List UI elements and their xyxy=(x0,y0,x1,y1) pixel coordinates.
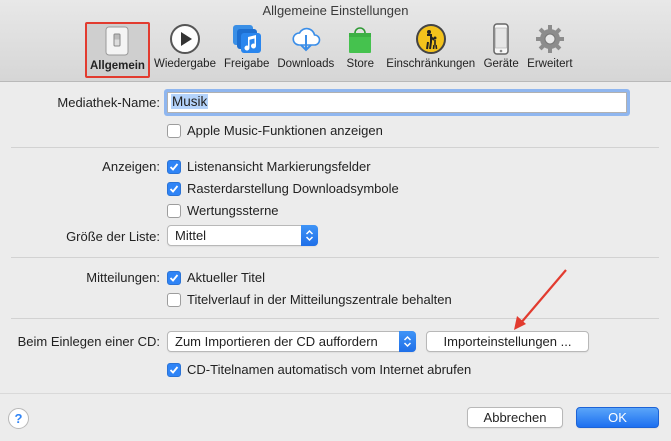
gear-icon xyxy=(532,22,568,56)
cd-insert-label: Beim Einlegen einer CD: xyxy=(17,334,160,349)
tab-label: Store xyxy=(346,58,375,70)
preferences-tabs: Allgemein Wiedergabe Freigabe Downloads xyxy=(85,22,577,78)
apple-music-checkbox-row[interactable]: Apple Music-Funktionen anzeigen xyxy=(167,123,383,138)
annotation-arrow-icon xyxy=(514,269,567,330)
library-name-input[interactable]: Musik xyxy=(167,92,627,113)
list-size-label: Größe der Liste: xyxy=(66,229,160,244)
cancel-button[interactable]: Abbrechen xyxy=(467,407,563,428)
tab-einschraenkungen[interactable]: Einschränkungen xyxy=(382,22,479,78)
cd-names-checkbox-row[interactable]: CD-Titelnamen automatisch vom Internet a… xyxy=(167,362,471,377)
divider xyxy=(11,147,659,148)
tab-store[interactable]: Store xyxy=(338,22,382,78)
star-ratings-label: Wertungssterne xyxy=(187,203,279,218)
switch-icon xyxy=(99,24,135,58)
list-checkboxes-label: Listenansicht Markierungsfelder xyxy=(187,159,371,174)
list-size-value: Mittel xyxy=(175,228,207,243)
play-icon xyxy=(167,22,203,56)
ok-button[interactable]: OK xyxy=(576,407,659,428)
tab-erweitert[interactable]: Erweitert xyxy=(523,22,576,78)
import-settings-button[interactable]: Importeinstellungen ... xyxy=(426,331,589,352)
preferences-window: Allgemeine Einstellungen Allgemein Wiede… xyxy=(0,0,671,441)
tab-label: Freigabe xyxy=(223,58,270,70)
divider xyxy=(11,318,659,319)
library-name-value: Musik xyxy=(171,94,209,109)
tab-allgemein[interactable]: Allgemein xyxy=(85,22,150,78)
divider xyxy=(11,257,659,258)
show-label: Anzeigen: xyxy=(102,159,160,174)
phone-icon xyxy=(483,22,519,56)
tab-geraete[interactable]: Geräte xyxy=(479,22,523,78)
notifications-label: Mitteilungen: xyxy=(86,270,160,285)
parental-icon xyxy=(413,22,449,56)
chevron-updown-icon xyxy=(399,331,416,352)
tab-label: Downloads xyxy=(277,58,335,70)
notification-option-row[interactable]: Aktueller Titel xyxy=(167,270,265,285)
show-option-row[interactable]: Wertungssterne xyxy=(167,203,279,218)
tab-downloads[interactable]: Downloads xyxy=(273,22,338,78)
current-title-checkbox[interactable] xyxy=(167,270,181,285)
tab-label: Wiedergabe xyxy=(153,58,216,70)
title-history-label: Titelverlauf in der Mitteilungszentrale … xyxy=(187,292,452,307)
show-option-row[interactable]: Listenansicht Markierungsfelder xyxy=(167,159,371,174)
cd-action-value: Zum Importieren der CD auffordern xyxy=(175,334,378,349)
cloud-download-icon xyxy=(288,22,324,56)
tab-label: Allgemein xyxy=(90,60,145,72)
tab-freigabe[interactable]: Freigabe xyxy=(220,22,273,78)
apple-music-label: Apple Music-Funktionen anzeigen xyxy=(187,123,383,138)
tab-label: Geräte xyxy=(483,58,519,70)
apple-music-checkbox[interactable] xyxy=(167,123,181,138)
tab-label: Erweitert xyxy=(527,58,573,70)
tab-label: Einschränkungen xyxy=(386,58,476,70)
notification-option-row[interactable]: Titelverlauf in der Mitteilungszentrale … xyxy=(167,292,452,307)
star-ratings-checkbox[interactable] xyxy=(167,203,181,218)
divider xyxy=(0,393,671,394)
cd-action-select[interactable]: Zum Importieren der CD auffordern xyxy=(167,331,416,352)
title-history-checkbox[interactable] xyxy=(167,292,181,307)
list-size-select[interactable]: Mittel xyxy=(167,225,318,246)
toolbar: Allgemeine Einstellungen Allgemein Wiede… xyxy=(0,0,671,82)
library-name-label: Mediathek-Name: xyxy=(57,95,160,110)
cd-names-checkbox[interactable] xyxy=(167,362,181,377)
chevron-updown-icon xyxy=(301,225,318,246)
window-title: Allgemeine Einstellungen xyxy=(262,3,409,18)
list-checkboxes-checkbox[interactable] xyxy=(167,159,181,174)
help-button[interactable]: ? xyxy=(8,408,29,429)
current-title-label: Aktueller Titel xyxy=(187,270,266,285)
cd-names-label: CD-Titelnamen automatisch vom Internet a… xyxy=(187,362,472,377)
grid-download-icons-label: Rasterdarstellung Downloadsymbole xyxy=(187,181,399,196)
show-option-row[interactable]: Rasterdarstellung Downloadsymbole xyxy=(167,181,399,196)
grid-download-icons-checkbox[interactable] xyxy=(167,181,181,196)
music-share-icon xyxy=(229,22,265,56)
shopping-bag-icon xyxy=(342,22,378,56)
tab-wiedergabe[interactable]: Wiedergabe xyxy=(150,22,220,78)
